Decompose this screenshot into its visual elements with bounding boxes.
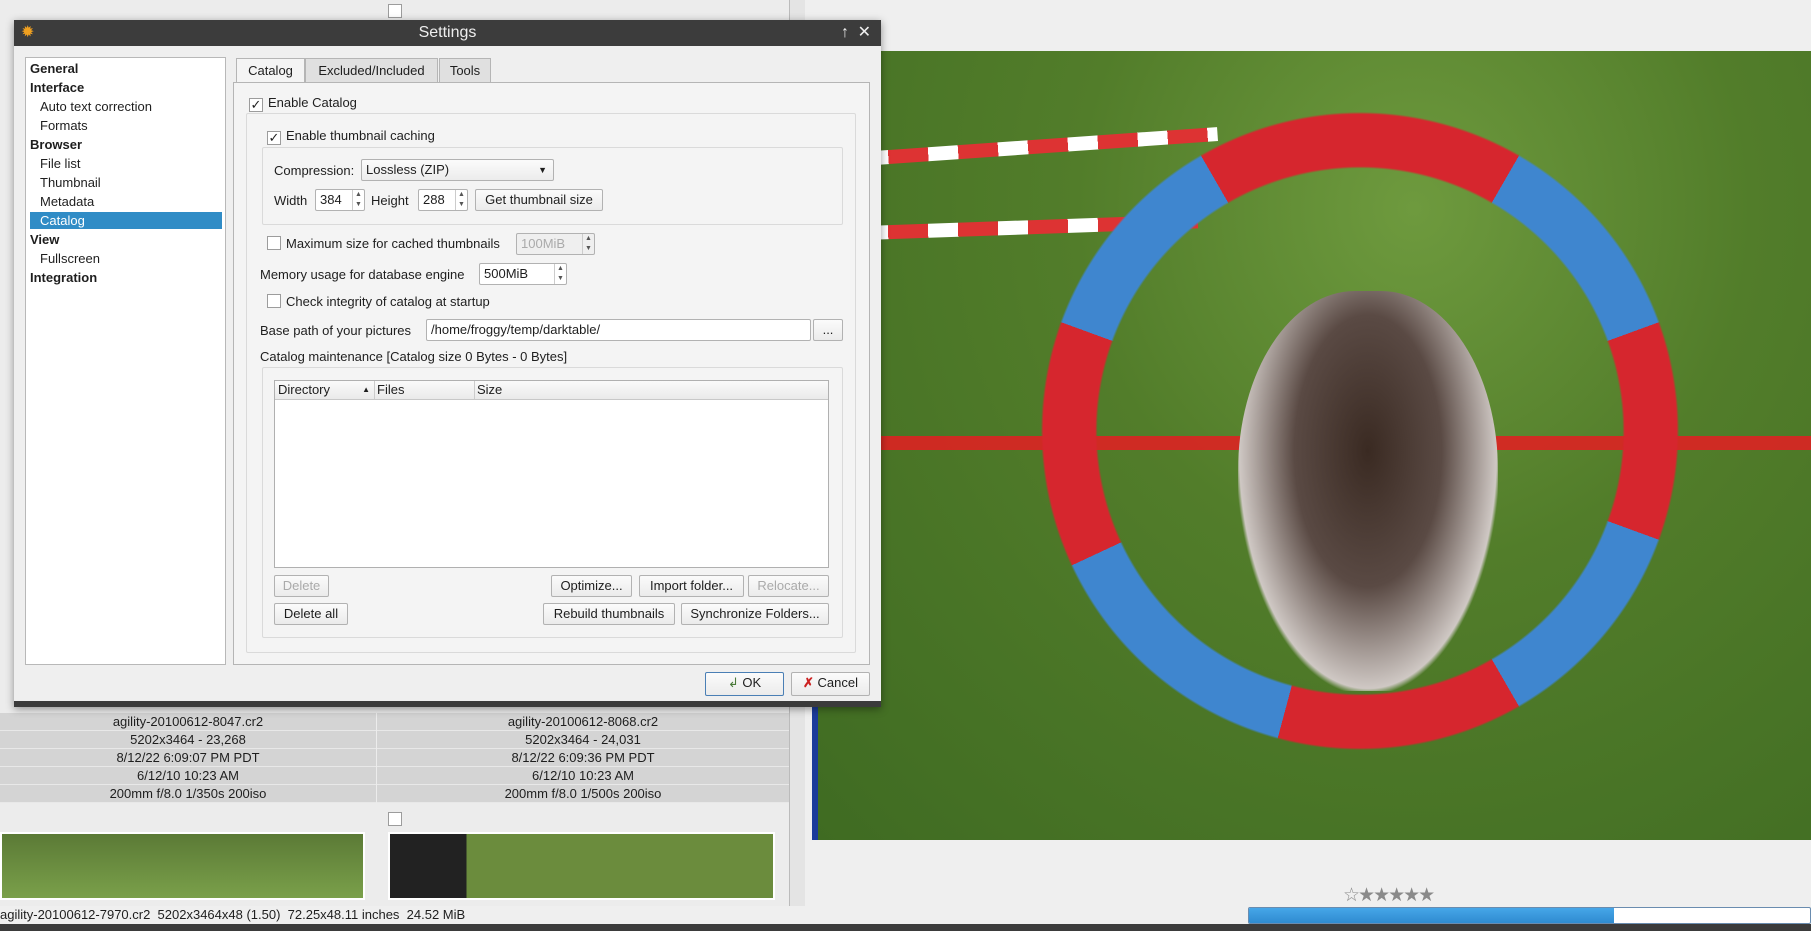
tab-tools[interactable]: Tools <box>439 58 491 83</box>
button-label: Cancel <box>817 675 858 690</box>
relocate-button[interactable]: Relocate... <box>748 575 829 597</box>
dialog-titlebar[interactable]: ✹ Settings ↑ ✕ <box>14 20 881 46</box>
sidebar-item-integration[interactable]: Integration <box>30 269 222 286</box>
rating-stars[interactable]: ☆★★★★★ <box>1343 884 1435 907</box>
column-label: Directory <box>278 382 331 397</box>
height-label: Height <box>371 193 409 208</box>
dog <box>1238 291 1498 691</box>
sidebar-item-general[interactable]: General <box>30 60 222 77</box>
enable-thumbnail-caching-checkbox[interactable]: ✓ Enable thumbnail caching <box>267 128 435 145</box>
dialog-title: Settings <box>418 24 477 41</box>
file-taken: 6/12/10 10:23 AM <box>377 767 789 785</box>
spin-value: 288 <box>423 192 445 207</box>
cancel-icon: ✗ <box>803 675 814 690</box>
settings-dialog: ✹ Settings ↑ ✕ General Interface Auto text… <box>14 20 881 707</box>
file-exif: 200mm f/8.0 1/350s 200iso <box>0 785 376 803</box>
sort-ascending-icon: ▲ <box>362 385 370 394</box>
spin-arrows-icon: ▲ ▼ <box>582 234 594 254</box>
check-integrity-checkbox[interactable]: Check integrity of catalog at startup <box>267 294 490 309</box>
import-folder-button[interactable]: Import folder... <box>639 575 744 597</box>
app-logo-icon: ✹ <box>21 24 35 41</box>
chevron-down-icon: ▼ <box>538 165 547 175</box>
file-name: agility-20100612-8068.cr2 <box>377 713 789 731</box>
browse-button[interactable]: ... <box>813 319 843 341</box>
spin-value: 384 <box>320 192 342 207</box>
file-dims: 5202x3464 - 23,268 <box>0 731 376 749</box>
height-spinbox[interactable]: 288 ▲ ▼ <box>418 189 468 211</box>
image-preview <box>812 51 1811 840</box>
ok-icon: ↲ <box>727 675 739 690</box>
max-size-spinbox[interactable]: 100MiB ▲ ▼ <box>516 233 595 255</box>
checkbox-label: Enable Catalog <box>268 95 357 110</box>
sidebar-item-metadata[interactable]: Metadata <box>30 193 222 210</box>
checkbox-icon: ✓ <box>249 97 263 112</box>
column-header-directory[interactable]: Directory ▲ <box>278 381 375 399</box>
sidebar-item-thumbnail[interactable]: Thumbnail <box>30 174 222 191</box>
sidebar-item-auto-text-correction[interactable]: Auto text correction <box>30 98 222 115</box>
sidebar-item-fullscreen[interactable]: Fullscreen <box>30 250 222 267</box>
width-label: Width <box>274 193 308 208</box>
base-path-input[interactable]: /home/froggy/temp/darktable/ <box>426 319 811 341</box>
taskbar <box>0 924 1811 931</box>
delete-all-button[interactable]: Delete all <box>274 603 348 625</box>
delete-button[interactable]: Delete <box>274 575 329 597</box>
file-dims: 5202x3464 - 24,031 <box>377 731 789 749</box>
tab-catalog[interactable]: Catalog <box>236 58 305 84</box>
file-thumbnail[interactable] <box>0 832 365 900</box>
settings-sidebar: General Interface Auto text correction Form… <box>25 57 226 665</box>
file-added: 8/12/22 6:09:36 PM PDT <box>377 749 789 767</box>
sidebar-item-catalog[interactable]: Catalog <box>30 212 222 229</box>
spin-arrows-icon[interactable]: ▲ ▼ <box>352 190 364 210</box>
column-header-files[interactable]: Files <box>377 381 475 399</box>
get-thumbnail-size-button[interactable]: Get thumbnail size <box>475 189 603 211</box>
select-value: Lossless (ZIP) <box>366 162 450 177</box>
checkbox-icon: ✓ <box>267 130 281 145</box>
table-header: Directory ▲ Files Size <box>275 381 828 400</box>
keep-above-icon[interactable]: ↑ <box>841 20 849 46</box>
progress-bar: 65% <box>1248 907 1811 924</box>
column-header-size[interactable]: Size <box>477 381 502 399</box>
checkbox-icon <box>267 236 281 250</box>
file-added: 8/12/22 6:09:07 PM PDT <box>0 749 376 767</box>
checkbox-label: Check integrity of catalog at startup <box>286 294 490 309</box>
spin-arrows-icon[interactable]: ▲ ▼ <box>554 264 566 284</box>
tab-excluded-included[interactable]: Excluded/Included <box>305 58 438 83</box>
enable-catalog-checkbox[interactable]: ✓ Enable Catalog <box>249 95 357 112</box>
width-spinbox[interactable]: 384 ▲ ▼ <box>315 189 365 211</box>
sidebar-item-view[interactable]: View <box>30 231 222 248</box>
status-text: agility-20100612-7970.cr2 5202x3464x48 (… <box>0 907 466 922</box>
file-name: agility-20100612-8047.cr2 <box>0 713 376 731</box>
sidebar-item-formats[interactable]: Formats <box>30 117 222 134</box>
spin-value: 100MiB <box>521 236 566 251</box>
max-size-checkbox[interactable]: Maximum size for cached thumbnails <box>267 236 500 251</box>
sidebar-item-interface[interactable]: Interface <box>30 79 222 96</box>
memory-usage-label: Memory usage for database engine <box>260 267 465 282</box>
file-taken: 6/12/10 10:23 AM <box>0 767 376 785</box>
synchronize-folders-button[interactable]: Synchronize Folders... <box>681 603 829 625</box>
checkbox-label: Maximum size for cached thumbnails <box>286 236 500 251</box>
file-exif: 200mm f/8.0 1/500s 200iso <box>377 785 789 803</box>
catalog-directory-table: Directory ▲ Files Size <box>274 380 829 568</box>
progress-label: 65% <box>1649 908 1676 923</box>
compression-label: Compression: <box>274 163 355 178</box>
checkbox-icon <box>267 294 281 308</box>
ok-button[interactable]: ↲ OK <box>705 672 784 696</box>
button-label: OK <box>742 675 762 690</box>
compression-select[interactable]: Lossless (ZIP) ▼ <box>361 159 554 181</box>
rebuild-thumbnails-button[interactable]: Rebuild thumbnails <box>543 603 675 625</box>
memory-usage-spinbox[interactable]: 500MiB ▲ ▼ <box>479 263 567 285</box>
optimize-button[interactable]: Optimize... <box>551 575 632 597</box>
checkbox-label: Enable thumbnail caching <box>286 128 435 143</box>
cancel-button[interactable]: ✗ Cancel <box>791 672 870 696</box>
file-thumbnail[interactable] <box>388 832 775 900</box>
base-path-label: Base path of your pictures <box>260 323 412 338</box>
spin-value: 500MiB <box>484 266 529 281</box>
catalog-maintenance-label: Catalog maintenance [Catalog size 0 Byte… <box>260 349 568 364</box>
file-select-checkbox[interactable] <box>388 812 407 827</box>
spin-arrows-icon[interactable]: ▲ ▼ <box>455 190 467 210</box>
close-icon[interactable]: ✕ <box>858 20 871 46</box>
sidebar-item-browser[interactable]: Browser <box>30 136 222 153</box>
file-select-checkbox[interactable] <box>388 4 407 19</box>
sidebar-item-file-list[interactable]: File list <box>30 155 222 172</box>
